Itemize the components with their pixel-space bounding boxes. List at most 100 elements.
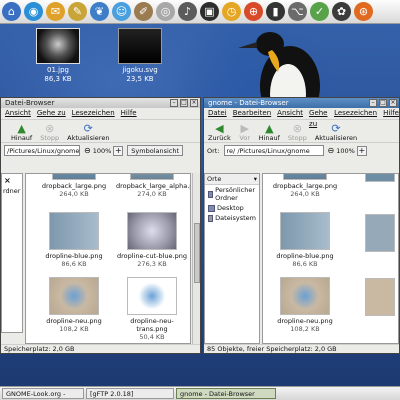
side-pane: Orte ▾ Persönlicher Ordner Desktop Datei… — [204, 173, 260, 344]
image-thumbnail — [36, 28, 80, 64]
location-input[interactable]: re/ /Pictures/Linux/gnome — [223, 145, 324, 156]
forward-button[interactable]: ▶ Vor — [239, 122, 251, 143]
image-thumbnail — [52, 174, 96, 180]
close-button[interactable]: × — [389, 99, 397, 107]
bird-icon[interactable]: ❦ — [90, 2, 109, 21]
mouse-icon[interactable]: ⌥ — [288, 2, 307, 21]
minimize-button[interactable]: – — [170, 99, 178, 107]
back-arrow-icon: ◀ — [215, 121, 224, 135]
zoom-out-icon[interactable]: ⊖ — [84, 146, 91, 155]
maximize-button[interactable]: □ — [180, 99, 188, 107]
file-item[interactable]: dropback_large.png 264,0 KB — [38, 174, 110, 198]
menu-lesezeichen[interactable]: Lesezeichen — [334, 108, 377, 119]
menu-ansicht[interactable]: Ansicht — [277, 108, 303, 119]
zoom-level[interactable]: 100% — [93, 147, 112, 155]
window-titlebar[interactable]: gnome - Datei-Browser – □ × — [204, 98, 399, 108]
zoom-level[interactable]: 100% — [336, 147, 355, 155]
close-button[interactable]: × — [190, 99, 198, 107]
desktop-file-name: jigoku.svg — [122, 66, 158, 74]
top-panel: ⌂ ◉ ✉ ✎ ❦ ☺ ✐ ◎ ♪ ▣ ◷ ⊕ ▮ ⌥ ✓ ✿ ⊛ — [0, 0, 400, 24]
scrollbar[interactable] — [192, 173, 200, 344]
window-titlebar[interactable]: Datei-Browser – □ × — [1, 98, 200, 108]
ubuntu-icon[interactable]: ⊛ — [354, 2, 373, 21]
lifering-icon[interactable]: ⊕ — [244, 2, 263, 21]
file-item[interactable]: dropline-blue.png 86,6 KB — [269, 212, 341, 268]
side-pane-label[interactable]: rdner — [2, 187, 22, 195]
image-thumbnail[interactable] — [365, 174, 395, 182]
cd-icon[interactable]: ◎ — [156, 2, 175, 21]
home-icon[interactable]: ⌂ — [2, 2, 21, 21]
reload-button[interactable]: ⟳ Aktualisieren — [315, 122, 357, 143]
menu-datei[interactable]: Datei — [208, 108, 227, 119]
location-input[interactable]: /Pictures/Linux/gnome — [4, 145, 80, 156]
partial-file-column — [359, 174, 398, 343]
image-thumbnail — [127, 277, 177, 315]
menu-ansicht[interactable]: Ansicht — [5, 108, 31, 119]
file-item[interactable]: dropline-neu.png 108,2 KB — [269, 277, 341, 333]
monitor-icon[interactable]: ▣ — [200, 2, 219, 21]
image-thumbnail[interactable] — [365, 214, 395, 252]
view-mode-select[interactable]: Symbolansicht — [127, 145, 184, 156]
music-icon[interactable]: ♪ — [178, 2, 197, 21]
file-item[interactable]: dropline-neu.png 108,2 KB — [38, 277, 110, 333]
menu-bearbeiten[interactable]: Bearbeiten — [233, 108, 271, 119]
bottom-taskbar: GNOME-Look.org - [gFTP 2.0.18] gnome - D… — [0, 386, 400, 400]
file-view: dropback_large.png 264,0 KB dropline-blu… — [262, 173, 399, 344]
task-gnome-look[interactable]: GNOME-Look.org - — [2, 388, 84, 399]
menu-hilfe[interactable]: Hilfe — [383, 108, 399, 119]
menu-gehe-zu[interactable]: Gehe zu — [309, 108, 328, 128]
side-pane-select[interactable]: Orte ▾ — [205, 174, 259, 185]
image-thumbnail — [118, 28, 162, 64]
close-icon[interactable]: × — [2, 174, 22, 187]
scrollbar-thumb[interactable] — [194, 223, 200, 283]
desktop-file-name: 01.jpg — [47, 66, 69, 74]
zoom-out-icon[interactable]: ⊖ — [328, 146, 335, 155]
image-thumbnail — [127, 212, 177, 250]
maximize-button[interactable]: □ — [379, 99, 387, 107]
zoom-in-button[interactable]: + — [113, 145, 124, 156]
stop-button[interactable]: ⊗ Stopp — [40, 122, 59, 143]
task-gftp[interactable]: [gFTP 2.0.18] — [86, 388, 174, 399]
back-button[interactable]: ◀ Zurück — [208, 121, 231, 143]
file-item[interactable]: dropline-neu-trans.png 50,4 KB — [116, 277, 188, 341]
place-desktop[interactable]: Desktop — [205, 203, 259, 213]
desktop-file-jigoku-svg[interactable]: jigoku.svg 23,5 KB — [104, 28, 176, 84]
location-bar: Ort: re/ /Pictures/Linux/gnome ⊖ 100% + — [204, 143, 399, 158]
menu-hilfe[interactable]: Hilfe — [121, 108, 137, 119]
stop-button[interactable]: ⊗ Stopp — [288, 121, 307, 143]
up-button[interactable]: ▲ Hinauf — [259, 122, 280, 143]
mail-icon[interactable]: ✉ — [46, 2, 65, 21]
task-datei-browser[interactable]: gnome - Datei-Browser — [176, 388, 276, 399]
desktop-file-01-jpg[interactable]: 01.jpg 86,3 KB — [22, 28, 94, 84]
menu-lesezeichen[interactable]: Lesezeichen — [72, 108, 115, 119]
window-title: Datei-Browser — [5, 99, 55, 107]
menubar: Datei Bearbeiten Ansicht Gehe zu Lesezei… — [204, 108, 399, 128]
reload-button[interactable]: ⟳ Aktualisieren — [67, 122, 109, 143]
up-button[interactable]: ▲ Hinauf — [11, 122, 32, 143]
brush-icon[interactable]: ✐ — [134, 2, 153, 21]
image-thumbnail[interactable] — [365, 278, 395, 316]
file-item[interactable]: dropback_large.png 264,0 KB — [269, 174, 341, 198]
place-filesystem[interactable]: Dateisystem — [205, 213, 259, 223]
stop-icon: ⊗ — [292, 121, 302, 135]
chat-icon[interactable]: ☺ — [112, 2, 131, 21]
menu-gehe-zu[interactable]: Gehe zu — [37, 108, 66, 119]
globe-icon[interactable]: ◉ — [24, 2, 43, 21]
desktop-file-size: 86,3 KB — [44, 75, 72, 83]
tools-icon[interactable]: ✓ — [310, 2, 329, 21]
file-item[interactable]: dropback_large_alpha.png 274,0 KB — [116, 174, 190, 198]
clock-icon[interactable]: ◷ — [222, 2, 241, 21]
terminal-icon[interactable]: ▮ — [266, 2, 285, 21]
place-home[interactable]: Persönlicher Ordner — [205, 185, 259, 203]
file-item[interactable]: dropline-cut-blue.png 276,3 KB — [116, 212, 188, 268]
image-thumbnail — [130, 174, 174, 180]
menubar: Ansicht Gehe zu Lesezeichen Hilfe — [1, 108, 200, 119]
side-pane: × rdner — [1, 173, 23, 333]
drive-icon — [208, 214, 214, 222]
minimize-button[interactable]: – — [369, 99, 377, 107]
pencil-icon[interactable]: ✎ — [68, 2, 87, 21]
gnome-foot-icon[interactable]: ✿ — [332, 2, 351, 21]
file-item[interactable]: dropline-blue.png 86,6 KB — [38, 212, 110, 268]
zoom-in-button[interactable]: + — [356, 145, 367, 156]
chevron-down-icon: ▾ — [253, 175, 257, 183]
